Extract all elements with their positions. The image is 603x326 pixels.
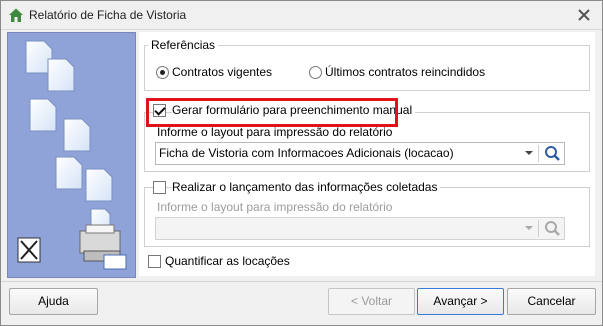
gerar-layout-select[interactable]: Ficha de Vistoria com Informacoes Adicio… — [155, 142, 565, 165]
report-dialog: Relatório de Ficha de Vistoria Referênci… — [0, 0, 603, 326]
combo-separator — [538, 220, 539, 237]
quantificar-checkbox[interactable] — [148, 255, 161, 268]
search-icon[interactable] — [541, 144, 563, 163]
next-button[interactable]: Avançar > — [417, 288, 504, 315]
radio-contratos-vigentes-label[interactable]: Contratos vigentes — [172, 65, 272, 79]
wizard-side-image — [7, 32, 136, 278]
realizar-layout-label: Informe o layout para impressão do relat… — [157, 200, 393, 214]
wizard-content: Referências Contratos vigentes Últimos c… — [139, 32, 595, 276]
chevron-down-icon[interactable] — [525, 151, 533, 155]
help-button[interactable]: Ajuda — [9, 288, 98, 315]
window-title: Relatório de Ficha de Vistoria — [29, 8, 187, 22]
cancel-button[interactable]: Cancelar — [507, 288, 596, 315]
radio-ultimos-contratos[interactable] — [309, 66, 322, 79]
combo-separator — [538, 145, 539, 162]
radio-contratos-vigentes[interactable] — [156, 66, 169, 79]
documents-printer-illustration — [17, 40, 127, 270]
gerar-layout-label: Informe o layout para impressão do relat… — [157, 125, 393, 139]
realizar-checkbox-label[interactable]: Realizar o lançamento das informações co… — [172, 180, 441, 194]
realizar-checkbox[interactable] — [153, 181, 166, 194]
quantificar-checkbox-label[interactable]: Quantificar as locações — [165, 254, 290, 268]
realizar-layout-select[interactable] — [155, 217, 565, 240]
title-bar: Relatório de Ficha de Vistoria — [1, 1, 602, 30]
gerar-layout-value: Ficha de Vistoria com Informacoes Adicio… — [159, 146, 454, 160]
radio-ultimos-contratos-label[interactable]: Últimos contratos reincindidos — [325, 65, 485, 79]
footer-divider — [1, 281, 602, 282]
referencias-legend: Referências — [148, 38, 219, 52]
home-icon — [9, 8, 23, 22]
back-button[interactable]: < Voltar — [328, 288, 415, 315]
highlight-box — [146, 98, 398, 127]
close-icon[interactable] — [576, 7, 592, 23]
chevron-down-icon[interactable] — [525, 226, 533, 230]
search-icon[interactable] — [541, 219, 563, 238]
